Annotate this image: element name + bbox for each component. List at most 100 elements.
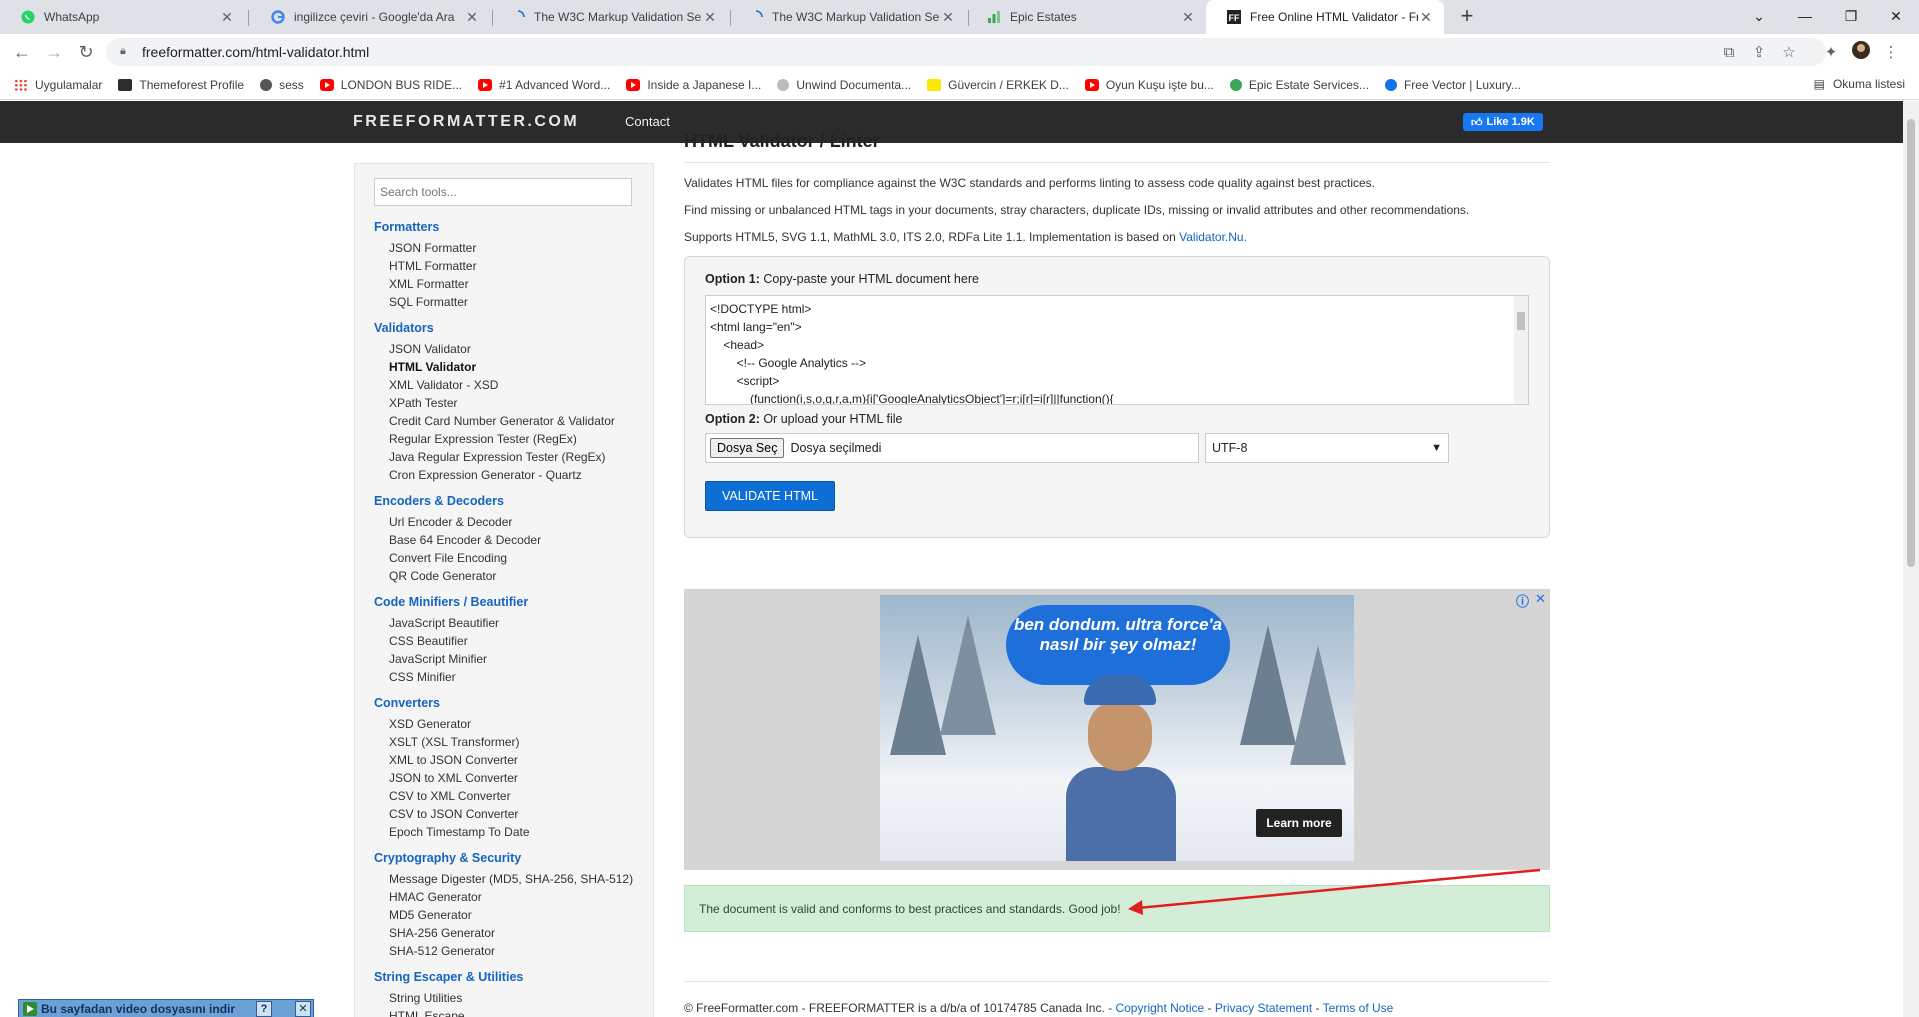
choose-file-button[interactable]: Dosya Seç [710, 438, 785, 458]
privacy-statement-link[interactable]: Privacy Statement [1215, 1001, 1312, 1015]
close-window-button[interactable]: ✕ [1873, 0, 1919, 32]
sidebar-item-link[interactable]: CSV to XML Converter [374, 787, 644, 805]
sidebar-item-link[interactable]: Cron Expression Generator - Quartz [374, 466, 644, 484]
sidebar-item-link[interactable]: JavaScript Minifier [374, 650, 644, 668]
sidebar-item-link[interactable]: String Utilities [374, 989, 644, 1007]
sidebar-item-link[interactable]: HTML Escape [374, 1007, 644, 1017]
page-scrollbar[interactable] [1903, 101, 1919, 1017]
sidebar-category[interactable]: Cryptography & Security [374, 851, 644, 865]
star-icon[interactable]: ☆ [1774, 43, 1804, 61]
facebook-like-button[interactable]: 👍︎ Like 1.9K [1463, 113, 1543, 131]
sidebar-item-link[interactable]: Base 64 Encoder & Decoder [374, 531, 644, 549]
sidebar-item-link[interactable]: MD5 Generator [374, 906, 644, 924]
sidebar-item-link[interactable]: Message Digester (MD5, SHA-256, SHA-512) [374, 870, 644, 888]
sidebar-category[interactable]: Converters [374, 696, 644, 710]
tab-search-chevron-icon[interactable]: ⌄ [1736, 0, 1782, 32]
validator-nu-link[interactable]: Validator.Nu. [1179, 230, 1247, 244]
bookmark-apps[interactable]: Uygulamalar [14, 78, 102, 92]
bookmark-oyun-kusu[interactable]: Oyun Kuşu işte bu... [1084, 78, 1214, 92]
advertisement[interactable]: ben dondum. ultra force'a nasıl bir şey … [684, 589, 1550, 870]
scrollbar-thumb[interactable] [1517, 312, 1525, 330]
encoding-select[interactable]: UTF-8 ▼ [1205, 433, 1449, 463]
validate-html-button[interactable]: VALIDATE HTML [705, 481, 835, 511]
sidebar-item-link[interactable]: CSS Minifier [374, 668, 644, 686]
close-icon[interactable]: ✕ [1180, 9, 1196, 26]
sidebar-item-link[interactable]: XSLT (XSL Transformer) [374, 733, 644, 751]
reload-icon[interactable]: ↻ [72, 38, 100, 66]
address-bar[interactable]: 🔒︎ freeformatter.com/html-validator.html [106, 38, 1826, 66]
sidebar-item-link[interactable]: SQL Formatter [374, 293, 644, 311]
close-icon[interactable]: ✕ [295, 1001, 311, 1017]
close-icon[interactable]: ✕ [702, 9, 718, 26]
share-icon[interactable]: ⇪ [1744, 43, 1774, 61]
bookmark-epic-estate-services[interactable]: Epic Estate Services... [1229, 78, 1369, 92]
help-icon[interactable]: ? [256, 1001, 273, 1017]
sidebar-item-link[interactable]: Credit Card Number Generator & Validator [374, 412, 644, 430]
ad-choices[interactable]: ⓘ ✕ [1516, 591, 1546, 610]
sidebar-item-link[interactable]: JSON Validator [374, 340, 644, 358]
minimize-button[interactable]: — [1782, 0, 1828, 32]
ad-image[interactable]: ben dondum. ultra force'a nasıl bir şey … [880, 595, 1354, 861]
bookmark-inside-japanese[interactable]: Inside a Japanese I... [626, 78, 761, 92]
sidebar-category[interactable]: Formatters [374, 220, 644, 234]
sidebar-item-link[interactable]: CSS Beautifier [374, 632, 644, 650]
menu-kebab-icon[interactable]: ⋮ [1876, 43, 1906, 61]
new-tab-button[interactable]: + [1454, 4, 1480, 30]
sidebar-item-link[interactable]: XML Validator - XSD [374, 376, 644, 394]
sidebar-category[interactable]: Code Minifiers / Beautifier [374, 595, 644, 609]
close-icon[interactable]: ✕ [1535, 591, 1546, 610]
sidebar-item-link[interactable]: XML Formatter [374, 275, 644, 293]
translate-icon[interactable]: ⧉ [1714, 44, 1744, 61]
sidebar-item-link[interactable]: CSV to JSON Converter [374, 805, 644, 823]
tab-w3c-validator-2[interactable]: The W3C Markup Validation Serv ✕ [728, 0, 966, 34]
extensions-puzzle-icon[interactable]: ✦ [1816, 43, 1846, 61]
sidebar-item-link[interactable]: HTML Validator [374, 358, 644, 376]
tab-freeformatter-active[interactable]: FF Free Online HTML Validator - Fre ✕ [1206, 0, 1444, 34]
sidebar-item-link[interactable]: HMAC Generator [374, 888, 644, 906]
close-icon[interactable]: ✕ [940, 9, 956, 26]
site-logo[interactable]: FREEFORMATTER.COM [353, 113, 579, 131]
tab-w3c-validator-1[interactable]: The W3C Markup Validation Serv ✕ [490, 0, 728, 34]
sidebar-item-link[interactable]: QR Code Generator [374, 567, 644, 585]
sidebar-item-link[interactable]: XSD Generator [374, 715, 644, 733]
sidebar-item-link[interactable]: XPath Tester [374, 394, 644, 412]
sidebar-item-link[interactable]: SHA-512 Generator [374, 942, 644, 960]
bookmark-london-bus[interactable]: LONDON BUS RIDE... [319, 78, 462, 92]
sidebar-item-link[interactable]: XML to JSON Converter [374, 751, 644, 769]
tab-whatsapp[interactable]: WhatsApp ✕ [0, 0, 245, 34]
sidebar-item-link[interactable]: Regular Expression Tester (RegEx) [374, 430, 644, 448]
back-arrow-icon[interactable]: ← [8, 38, 36, 66]
bookmark-unwind[interactable]: Unwind Documenta... [777, 78, 911, 92]
contact-link[interactable]: Contact [625, 114, 670, 129]
sidebar-item-link[interactable]: SHA-256 Generator [374, 924, 644, 942]
restore-button[interactable]: ❐ [1828, 0, 1874, 32]
bookmark-advanced-word[interactable]: #1 Advanced Word... [478, 78, 610, 92]
bookmark-guvercin[interactable]: Güvercin / ERKEK D... [927, 78, 1069, 92]
bookmark-sess[interactable]: sess [260, 78, 304, 92]
sidebar-category[interactable]: Validators [374, 321, 644, 335]
search-tools-input[interactable] [374, 178, 632, 206]
textarea-scrollbar[interactable] [1514, 296, 1528, 404]
terms-of-use-link[interactable]: Terms of Use [1323, 1001, 1394, 1015]
sidebar-item-link[interactable]: HTML Formatter [374, 257, 644, 275]
sidebar-item-link[interactable]: JavaScript Beautifier [374, 614, 644, 632]
sidebar-item-link[interactable]: JSON to XML Converter [374, 769, 644, 787]
tab-google-search[interactable]: ingilizce çeviri - Google'da Ara ✕ [250, 0, 490, 34]
close-icon[interactable]: ✕ [219, 9, 235, 26]
sidebar-item-link[interactable]: Java Regular Expression Tester (RegEx) [374, 448, 644, 466]
sidebar-item-link[interactable]: Convert File Encoding [374, 549, 644, 567]
reading-list-button[interactable]: ▤ Okuma listesi [1814, 77, 1905, 91]
html-input-textarea[interactable]: <!DOCTYPE html> <html lang="en"> <head> … [705, 295, 1529, 405]
tab-epic-estates[interactable]: Epic Estates ✕ [966, 0, 1206, 34]
forward-arrow-icon[interactable]: → [40, 38, 68, 66]
sidebar-item-link[interactable]: Epoch Timestamp To Date [374, 823, 644, 841]
sidebar-item-link[interactable]: JSON Formatter [374, 239, 644, 257]
video-download-bar[interactable]: Bu sayfadan video dosyasını indir ? ✕ [18, 999, 314, 1017]
bookmark-free-vector[interactable]: Free Vector | Luxury... [1384, 78, 1521, 92]
info-icon[interactable]: ⓘ [1516, 591, 1529, 610]
sidebar-category[interactable]: Encoders & Decoders [374, 494, 644, 508]
close-icon[interactable]: ✕ [464, 9, 480, 26]
bookmark-themeforest[interactable]: Themeforest Profile [118, 78, 244, 92]
sidebar-category[interactable]: String Escaper & Utilities [374, 970, 644, 984]
copyright-notice-link[interactable]: Copyright Notice [1115, 1001, 1204, 1015]
